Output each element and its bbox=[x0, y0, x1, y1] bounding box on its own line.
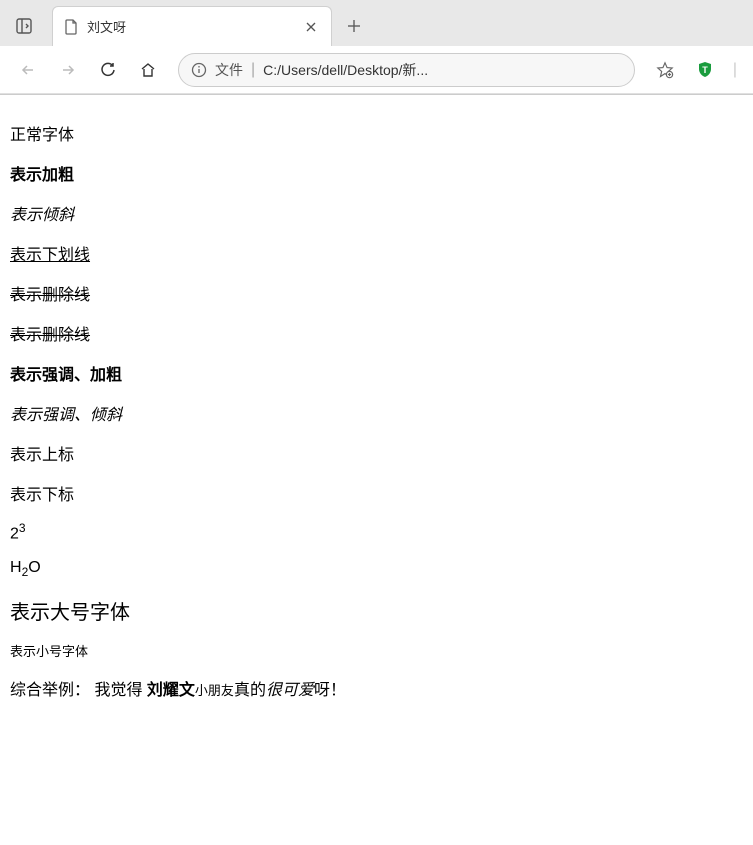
sub-pre: H bbox=[10, 559, 22, 576]
combined-italic: 很可爱 bbox=[266, 682, 314, 699]
close-tab-button[interactable] bbox=[301, 17, 321, 37]
new-tab-button[interactable] bbox=[338, 10, 370, 42]
tab-bar: 刘文呀 bbox=[0, 0, 753, 46]
browser-tab[interactable]: 刘文呀 bbox=[52, 6, 332, 46]
text-small: 表示小号字体 bbox=[10, 641, 743, 660]
url-text: C:/Users/dell/Desktop/新... bbox=[263, 60, 622, 80]
text-big: 表示大号字体 bbox=[10, 596, 743, 625]
text-strike-1: 表示删除线 bbox=[10, 281, 743, 305]
sup-value: 3 bbox=[19, 521, 26, 535]
back-button[interactable] bbox=[10, 52, 46, 88]
address-bar[interactable]: 文件 | C:/Users/dell/Desktop/新... bbox=[178, 53, 635, 87]
refresh-button[interactable] bbox=[90, 52, 126, 88]
text-underline: 表示下划线 bbox=[10, 241, 743, 265]
file-scheme-label: 文件 bbox=[215, 60, 243, 80]
text-strong-bold: 表示强调、加粗 bbox=[10, 361, 743, 385]
file-icon bbox=[63, 19, 79, 35]
combined-suffix: 呀！ bbox=[314, 682, 346, 699]
text-sup-label: 表示上标 bbox=[10, 441, 743, 465]
extension-shield-icon[interactable]: T bbox=[687, 52, 723, 88]
text-bold: 表示加粗 bbox=[10, 161, 743, 185]
combined-small: 小朋友 bbox=[195, 683, 234, 698]
combined-bold: 刘耀文 bbox=[147, 682, 195, 699]
text-strike-2: 表示删除线 bbox=[10, 321, 743, 345]
forward-button[interactable] bbox=[50, 52, 86, 88]
svg-text:T: T bbox=[702, 65, 708, 75]
tab-title: 刘文呀 bbox=[87, 17, 293, 36]
sub-post: O bbox=[28, 559, 40, 576]
sup-base: 2 bbox=[10, 525, 19, 542]
sup-example: 23 bbox=[10, 521, 743, 543]
sub-example: H2O bbox=[10, 559, 743, 579]
combined-mid: 真的 bbox=[234, 682, 266, 699]
combined-prefix: 综合举例： 我觉得 bbox=[10, 682, 147, 699]
page-content: 正常字体 表示加粗 表示倾斜 表示下划线 表示删除线 表示删除线 表示强调、加粗… bbox=[0, 95, 753, 726]
text-normal: 正常字体 bbox=[10, 121, 743, 145]
favorites-button[interactable] bbox=[647, 52, 683, 88]
combined-example: 综合举例： 我觉得 刘耀文小朋友真的很可爱呀！ bbox=[10, 676, 743, 700]
separator: | bbox=[251, 61, 255, 79]
home-button[interactable] bbox=[130, 52, 166, 88]
text-italic: 表示倾斜 bbox=[10, 201, 743, 225]
toolbar: 文件 | C:/Users/dell/Desktop/新... T | bbox=[0, 46, 753, 94]
site-info-icon[interactable] bbox=[191, 62, 207, 78]
vertical-tabs-button[interactable] bbox=[4, 8, 44, 44]
text-em-italic: 表示强调、倾斜 bbox=[10, 401, 743, 425]
text-sub-label: 表示下标 bbox=[10, 481, 743, 505]
toolbar-separator: | bbox=[733, 61, 737, 79]
browser-chrome: 刘文呀 bbox=[0, 0, 753, 95]
